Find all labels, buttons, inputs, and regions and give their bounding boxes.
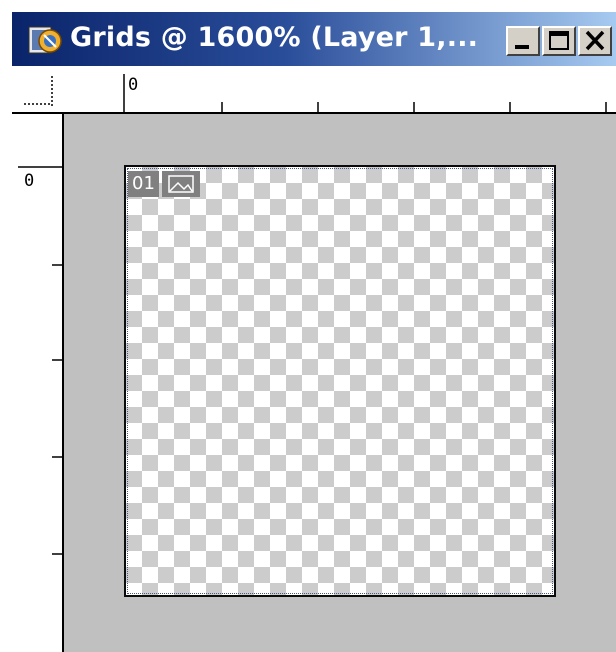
horizontal-ruler[interactable]: 0: [62, 66, 616, 114]
vertical-ruler[interactable]: 0: [12, 114, 64, 652]
horizontal-ruler-origin-label: 0: [128, 75, 139, 95]
minimize-icon: [515, 45, 529, 49]
document-window: Grids @ 1600% (Layer 1,... 0 0 01: [10, 10, 616, 652]
close-button[interactable]: [578, 26, 612, 56]
maximize-button[interactable]: [542, 26, 576, 56]
photoshop-document-icon[interactable]: [28, 24, 62, 56]
maximize-icon: [549, 31, 569, 50]
slice-badge[interactable]: 01: [128, 171, 200, 197]
slice-number: 01: [128, 171, 159, 197]
pasteboard[interactable]: 01: [64, 114, 616, 652]
close-icon: [585, 30, 605, 51]
title-bar[interactable]: Grids @ 1600% (Layer 1,...: [12, 12, 616, 66]
ruler-origin-corner[interactable]: [12, 66, 64, 114]
transparent-canvas[interactable]: 01: [124, 165, 556, 597]
window-title: Grids @ 1600% (Layer 1,...: [70, 22, 479, 53]
vertical-ruler-origin-label: 0: [24, 171, 35, 191]
image-slice-icon: [161, 171, 200, 197]
canvas-bounds: [127, 168, 553, 594]
minimize-button[interactable]: [506, 26, 540, 56]
